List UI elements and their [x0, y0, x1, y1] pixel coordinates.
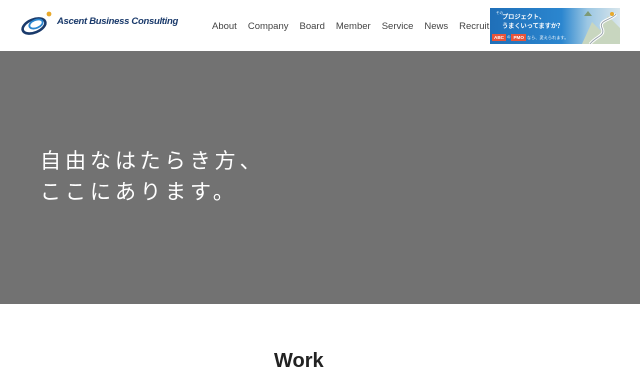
logo-text: Ascent Business Consulting: [57, 15, 178, 27]
pmo-chip: PMO: [511, 34, 526, 41]
banner-headline-2: うまくいってますか？: [502, 23, 564, 30]
hero-headline-line-1: 自由なはたらき方、: [40, 149, 265, 173]
nav-about[interactable]: About: [212, 21, 237, 32]
banner-headline-1: プロジェクト、: [502, 14, 546, 21]
logo-mark-icon: [21, 11, 52, 35]
hero-headline-line-2: ここにあります。: [40, 180, 238, 204]
pmo-ad-banner[interactable]: その プロジェクト、 うまくいってますか？ ABC の PMO なら、変えられま…: [490, 8, 620, 44]
banner-tagline: ABC の PMO なら、変えられます。: [492, 34, 568, 41]
nav-service[interactable]: Service: [382, 21, 414, 32]
work-section-title: Work: [274, 350, 324, 372]
main-nav: About Company Board Member Service News …: [206, 18, 500, 34]
nav-board[interactable]: Board: [300, 21, 325, 32]
company-logo[interactable]: Ascent Business Consulting: [20, 9, 178, 39]
nav-member[interactable]: Member: [336, 21, 371, 32]
nav-company[interactable]: Company: [248, 21, 289, 32]
nav-news[interactable]: News: [424, 21, 448, 32]
nav-recruit[interactable]: Recruit: [459, 21, 489, 32]
hero-section: 自由なはたらき方、 ここにあります。: [0, 51, 640, 304]
mountain-road-illustration-icon: [582, 11, 620, 44]
abc-chip: ABC: [492, 34, 506, 41]
chip-connector: の: [506, 35, 511, 39]
site-header: Ascent Business Consulting About Company…: [0, 0, 640, 51]
banner-tail-text: なら、変えられます。: [526, 34, 569, 40]
